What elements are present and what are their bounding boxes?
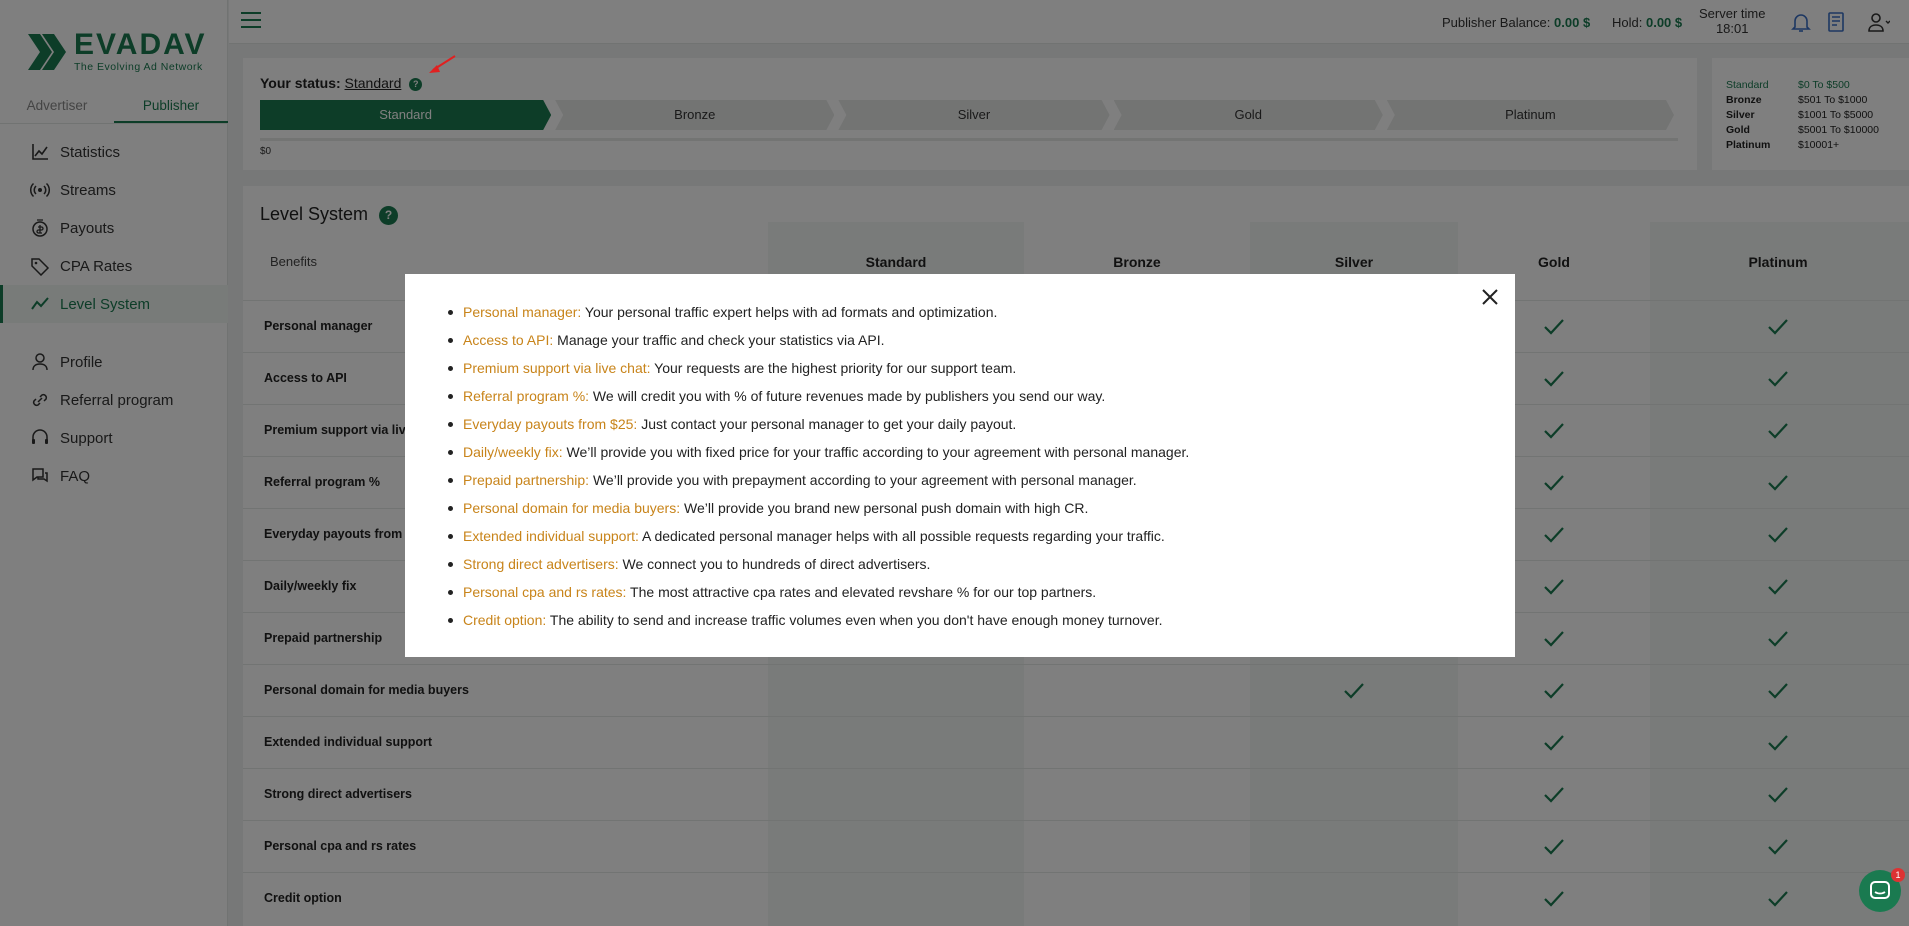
benefit-name: Personal cpa and rs rates:	[463, 584, 627, 600]
benefit-name: Extended individual support:	[463, 528, 639, 544]
benefit-name: Daily/weekly fix:	[463, 444, 563, 460]
red-arrow-icon	[429, 55, 456, 73]
benefit-text: Your personal traffic expert helps with …	[581, 304, 998, 320]
benefits-list: Personal manager: Your personal traffic …	[445, 298, 1515, 634]
benefit-name: Everyday payouts from $25:	[463, 416, 638, 432]
benefit-text: We will credit you with % of future reve…	[589, 388, 1106, 404]
benefit-description: Everyday payouts from $25: Just contact …	[445, 410, 1515, 438]
benefits-modal: Personal manager: Your personal traffic …	[405, 274, 1515, 657]
benefit-name: Personal manager:	[463, 304, 582, 320]
benefit-text: We’ll provide you with prepayment accord…	[589, 472, 1137, 488]
benefit-text: We connect you to hundreds of direct adv…	[618, 556, 931, 572]
benefit-text: We’ll provide you brand new personal pus…	[680, 500, 1089, 516]
chat-badge: 1	[1891, 868, 1905, 882]
benefit-description: Premium support via live chat: Your requ…	[445, 354, 1515, 382]
benefit-text: The most attractive cpa rates and elevat…	[626, 584, 1097, 600]
benefit-description: Personal manager: Your personal traffic …	[445, 298, 1515, 326]
benefit-description: Credit option: The ability to send and i…	[445, 606, 1515, 634]
benefit-description: Access to API: Manage your traffic and c…	[445, 326, 1515, 354]
benefit-text: We’ll provide you with fixed price for y…	[562, 444, 1190, 460]
benefit-name: Prepaid partnership:	[463, 472, 590, 488]
benefit-description: Prepaid partnership: We’ll provide you w…	[445, 466, 1515, 494]
benefit-name: Personal domain for media buyers:	[463, 500, 681, 516]
benefit-description: Extended individual support: A dedicated…	[445, 522, 1515, 550]
benefit-name: Premium support via live chat:	[463, 360, 651, 376]
benefit-name: Credit option:	[463, 612, 547, 628]
benefit-text: The ability to send and increase traffic…	[546, 612, 1163, 628]
benefit-text: A dedicated personal manager helps with …	[638, 528, 1165, 544]
benefit-description: Referral program %: We will credit you w…	[445, 382, 1515, 410]
benefit-description: Personal cpa and rs rates: The most attr…	[445, 578, 1515, 606]
benefit-name: Strong direct advertisers:	[463, 556, 619, 572]
benefit-text: Your requests are the highest priority f…	[650, 360, 1017, 376]
benefit-description: Personal domain for media buyers: We’ll …	[445, 494, 1515, 522]
benefit-text: Just contact your personal manager to ge…	[637, 416, 1017, 432]
benefit-name: Referral program %:	[463, 388, 590, 404]
benefit-name: Access to API:	[463, 332, 554, 348]
benefit-description: Daily/weekly fix: We’ll provide you with…	[445, 438, 1515, 466]
benefit-description: Strong direct advertisers: We connect yo…	[445, 550, 1515, 578]
benefit-text: Manage your traffic and check your stati…	[553, 332, 885, 348]
